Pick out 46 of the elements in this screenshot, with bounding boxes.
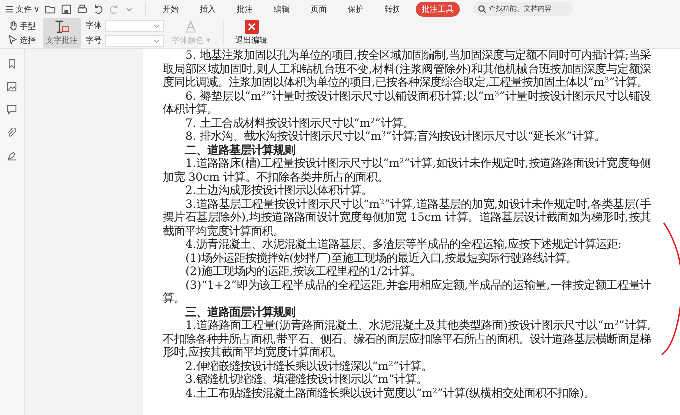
paragraph: 3.锯缝机切缩缝、填灌缝按设计图示以“m”计算。 bbox=[184, 373, 429, 386]
paragraph: 2.伸缩嵌缝按设计缝长乘以设计缝深以“m$^{2}$”计算。 bbox=[184, 360, 434, 373]
paragraph: (2)施工现场内的运距,按该工程里程的1/2计算。 bbox=[184, 265, 422, 278]
file-menu[interactable]: 文件 ∨ bbox=[5, 4, 40, 14]
paragraph: 1.道路路床(槽)工程量按设计图示尺寸以“m$^{2}$”计算,如设计未作规定时,按道路路面设计宽度每侧加宽 30cm 计算。不扣除各类井所占的面积。 bbox=[163, 157, 651, 184]
paragraph: 5. 地基注浆加固以孔为单位的项目,按全区域加固编制,当加固深度与定额不同时可内插计算;当采取局部区域加固时,则人工和钻机台班不变,材料(注浆阀管除外)和其他机械台班按加固深度与定额深度同比调减。注浆加固以体积为单位的项目,已按各种深度综合取定,工程量按加固土体以“m$^{3}$”计算。 bbox=[163, 49, 651, 90]
font-size-label: 字号 bbox=[86, 35, 102, 46]
menu-icon bbox=[5, 4, 14, 14]
font-label: 字体 bbox=[86, 20, 102, 31]
ribbon-tab[interactable]: 编辑 bbox=[268, 2, 296, 16]
paperclip-icon[interactable] bbox=[7, 128, 17, 138]
ribbon-tab[interactable]: 插入 bbox=[194, 2, 222, 16]
save-icon[interactable] bbox=[60, 4, 72, 14]
ribbon-tab[interactable]: 开始 bbox=[156, 2, 185, 16]
text-comment-button[interactable]: 文字批注 bbox=[43, 18, 81, 48]
folder-icon[interactable] bbox=[44, 4, 56, 14]
undo-icon[interactable] bbox=[92, 4, 104, 14]
paragraph: 8. 排水沟、截水沟按设计图示尺寸以“m$^{3}$”计算;盲沟按设计图示尺寸以“延长米”计算。 bbox=[184, 130, 606, 144]
signature-pen-icon[interactable] bbox=[7, 151, 17, 161]
ribbon-tab[interactable]: 批注工具 bbox=[416, 2, 460, 16]
paragraph: (3)“1+2”即为该工程半成品的全程运距,并套用相应定额,半成品的运输量,一律按定额工程量计算。 bbox=[163, 278, 651, 306]
hand-tool[interactable]: 手型 bbox=[6, 20, 38, 32]
cursor-icon bbox=[8, 35, 18, 45]
bookmark-icon[interactable] bbox=[7, 59, 17, 69]
section-heading: 二、道路基层计算规则 bbox=[184, 144, 297, 157]
comment-icon[interactable] bbox=[7, 105, 17, 115]
ribbon-tab[interactable]: 转换 bbox=[378, 2, 407, 16]
ribbon-tab[interactable]: 页面 bbox=[304, 2, 333, 16]
select-tool[interactable]: 选择 bbox=[6, 34, 38, 46]
paragraph: 6. 褥垫层以“m$^{2}$”计量时按设计图示尺寸以铺设面积计算;以“m$^{3}$”计量时按设计图示尺寸以铺设体积计算。 bbox=[163, 90, 651, 116]
ribbon-tab[interactable]: 批注 bbox=[230, 2, 259, 16]
image-icon[interactable] bbox=[7, 82, 17, 92]
print-icon[interactable] bbox=[76, 4, 88, 14]
paragraph: 4.土工布贴缝按混凝土路面缝长乘以设计宽度以“m$^{2}$”计算(纵横相交处面积不扣除)。 bbox=[184, 386, 596, 400]
paragraph: 7. 土工合成材料按设计图示尺寸以“m$^{2}$”计算。 bbox=[184, 116, 415, 130]
exit-edit-button[interactable]: 退出编辑 bbox=[232, 18, 271, 48]
paragraph: 3.道路基层工程量按设计图示尺寸以“m$^{2}$”计算,道路基层的加宽,如设计未作规定时,各类基层(手摆片石基层除外),均按道路路面设计宽度每侧加宽 15cm 计算。道路基层设计截面如为梯形时,按其截面平均宽度计算面积。 bbox=[163, 198, 651, 238]
ribbon-tab[interactable]: 保护 bbox=[342, 2, 370, 16]
file-menu-label: 文件 bbox=[16, 4, 32, 14]
paragraph: 2.土边沟成形按设计图示以体积计算。 bbox=[184, 184, 374, 198]
paragraph: 4.沥青混凝土、水泥混凝土道路基层、多渣层等半成品的全程运输,应按下述规定计算运距: bbox=[184, 238, 623, 252]
section-heading: 三、道路面层计算规则 bbox=[184, 306, 297, 319]
paragraph: 1.道路路面工程量(沥青路面混凝土、水泥混凝土及其他类型路面)按设计图示尺寸以“m$^{2}$”计算,不扣除各种井所占面积,带平石、侧石、缘石的面层应扣除平石所占的面积。设计道路基层横断面是梯形时,应按其截面平均宽度计算面积。 bbox=[163, 319, 651, 360]
caret-icon: ∨ bbox=[34, 4, 40, 14]
hand-icon bbox=[8, 21, 18, 31]
paragraph: (1)场外运距按搅拌站(炒拌厂)至施工现场的最近入口,按最短实际行驶路线计算。 bbox=[184, 252, 578, 265]
